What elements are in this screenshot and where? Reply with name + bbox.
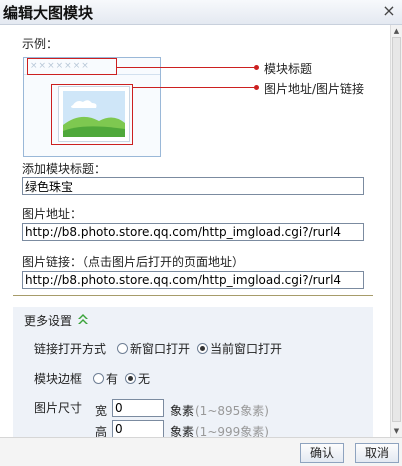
title-leader-dot: [254, 65, 259, 70]
dialog-title: 编辑大图模块: [3, 4, 94, 22]
image-leader-line: [133, 87, 255, 88]
border-no-option[interactable]: 无: [125, 370, 150, 387]
section-divider: [13, 295, 373, 296]
module-title-input[interactable]: [22, 177, 364, 195]
image-leader-dot: [254, 85, 259, 90]
module-title-label: 添加模块标题：: [22, 162, 107, 176]
image-highlight-box: [51, 84, 133, 145]
callout-image-link: 图片地址/图片链接: [264, 82, 365, 96]
width-range: (1~895象素): [195, 404, 269, 418]
border-yes-label: 有: [106, 372, 119, 386]
size-label: 图片尺寸: [34, 401, 83, 415]
border-label: 模块边框: [34, 372, 83, 386]
height-label: 高: [95, 425, 108, 437]
radio-border-yes[interactable]: [93, 373, 104, 384]
radio-new-window[interactable]: [117, 343, 128, 354]
cancel-button[interactable]: 取消: [355, 443, 399, 463]
scroll-up-icon[interactable]: ▲: [391, 26, 402, 36]
vertical-scrollbar[interactable]: ▲ ▼: [390, 25, 402, 437]
scroll-down-icon[interactable]: ▼: [391, 426, 402, 436]
height-input[interactable]: [112, 420, 164, 437]
border-no-label: 无: [138, 372, 151, 386]
width-label: 宽: [95, 404, 108, 418]
current-window-label: 当前窗口打开: [210, 342, 283, 356]
title-leader-line: [117, 67, 255, 68]
more-settings-label[interactable]: 更多设置: [24, 312, 72, 329]
image-link-label: 图片链接：（点击图片后打开的页面地址）: [22, 255, 245, 269]
height-unit: 象素: [170, 425, 195, 437]
border-yes-option[interactable]: 有: [93, 370, 118, 387]
dialog-footer: 确认 取消: [0, 437, 402, 466]
close-icon[interactable]: ×: [381, 3, 397, 19]
dialog-content: 示例： ××××××× 模块标题 图片地址/图片链接 添加模块标题： 图片地址：…: [0, 25, 390, 437]
width-input[interactable]: [112, 399, 164, 417]
new-window-label: 新窗口打开: [130, 342, 191, 356]
title-highlight-box: [27, 58, 117, 75]
image-url-input[interactable]: [22, 223, 364, 241]
more-settings-panel: 更多设置 链接打开方式 新窗口打开 当前窗口打开 模块边框 有 无 图片尺寸 宽…: [13, 307, 373, 437]
image-url-label: 图片地址：: [22, 207, 83, 221]
radio-border-no[interactable]: [125, 373, 136, 384]
height-range: (1~999象素): [195, 425, 269, 437]
width-unit: 象素: [170, 404, 195, 418]
confirm-button[interactable]: 确认: [300, 443, 344, 463]
open-mode-label: 链接打开方式: [34, 342, 107, 356]
open-mode-new-window[interactable]: 新窗口打开: [117, 340, 190, 357]
image-link-input[interactable]: [22, 271, 364, 289]
open-mode-current-window[interactable]: 当前窗口打开: [197, 340, 282, 357]
dialog-titlebar: 编辑大图模块 ×: [0, 0, 402, 25]
callout-module-title: 模块标题: [264, 62, 313, 76]
radio-current-window[interactable]: [197, 343, 208, 354]
example-label: 示例：: [22, 37, 59, 51]
double-chevron-up-icon[interactable]: [77, 313, 89, 325]
scrollbar-thumb[interactable]: [392, 37, 401, 422]
